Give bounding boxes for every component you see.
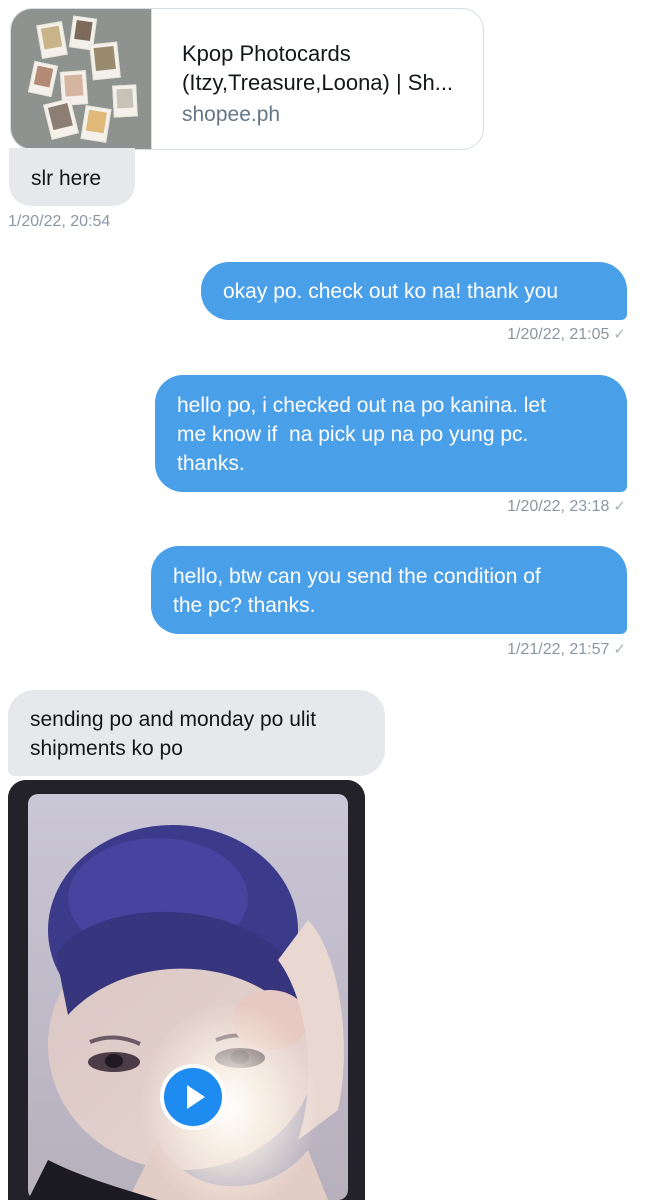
read-check-icon: ✓ xyxy=(613,326,626,343)
video-thumbnail xyxy=(8,780,365,1200)
message-sent-2[interactable]: hello po, i checked out na po kanina. le… xyxy=(155,375,627,492)
message-sent-1[interactable]: okay po. check out ko na! thank you xyxy=(201,262,627,320)
play-button[interactable] xyxy=(160,1064,226,1130)
message-line: the pc? thanks. xyxy=(173,594,316,617)
link-preview-thumbnail xyxy=(11,9,152,149)
message-line: hello po, i checked out na po kanina. le… xyxy=(177,394,546,417)
read-check-icon: ✓ xyxy=(613,498,626,515)
message-line: thanks. xyxy=(177,452,245,475)
link-preview-card[interactable]: Kpop Photocards (Itzy,Treasure,Loona) | … xyxy=(10,8,484,150)
timestamp-text: 1/20/22, 23:18 xyxy=(507,498,610,515)
message-received-2[interactable]: sending po and monday po ulit shipments … xyxy=(8,690,385,776)
message-timestamp: 1/20/22, 23:18 ✓ xyxy=(507,497,626,516)
read-check-icon: ✓ xyxy=(613,641,626,658)
message-sent-3[interactable]: hello, btw can you send the condition of… xyxy=(151,546,627,634)
message-line: me know if na pick up na po yung pc. xyxy=(177,423,529,446)
message-timestamp: 1/21/22, 21:57 ✓ xyxy=(507,640,626,659)
video-attachment[interactable] xyxy=(8,780,365,1200)
message-timestamp: 1/20/22, 20:54 xyxy=(8,213,110,231)
link-preview-title-line2: (Itzy,Treasure,Loona) | Sh... xyxy=(182,70,454,95)
message-text: slr here xyxy=(31,167,102,190)
play-icon xyxy=(187,1085,205,1109)
message-timestamp: 1/20/22, 21:05 ✓ xyxy=(507,325,626,344)
timestamp-text: 1/20/22, 21:05 xyxy=(507,326,610,343)
message-line: hello, btw can you send the condition of xyxy=(173,565,541,588)
message-received-1[interactable]: slr here xyxy=(9,148,135,206)
timestamp-text: 1/21/22, 21:57 xyxy=(507,641,610,658)
link-preview-domain: shopee.ph xyxy=(182,103,281,126)
timestamp-text: 1/20/22, 20:54 xyxy=(8,213,111,230)
link-preview-title-line1: Kpop Photocards xyxy=(182,41,351,66)
message-line: shipments ko po xyxy=(30,737,183,760)
message-text: okay po. check out ko na! thank you xyxy=(223,280,559,303)
link-preview-title: Kpop Photocards (Itzy,Treasure,Loona) | … xyxy=(182,39,472,97)
message-line: sending po and monday po ulit xyxy=(30,708,317,731)
